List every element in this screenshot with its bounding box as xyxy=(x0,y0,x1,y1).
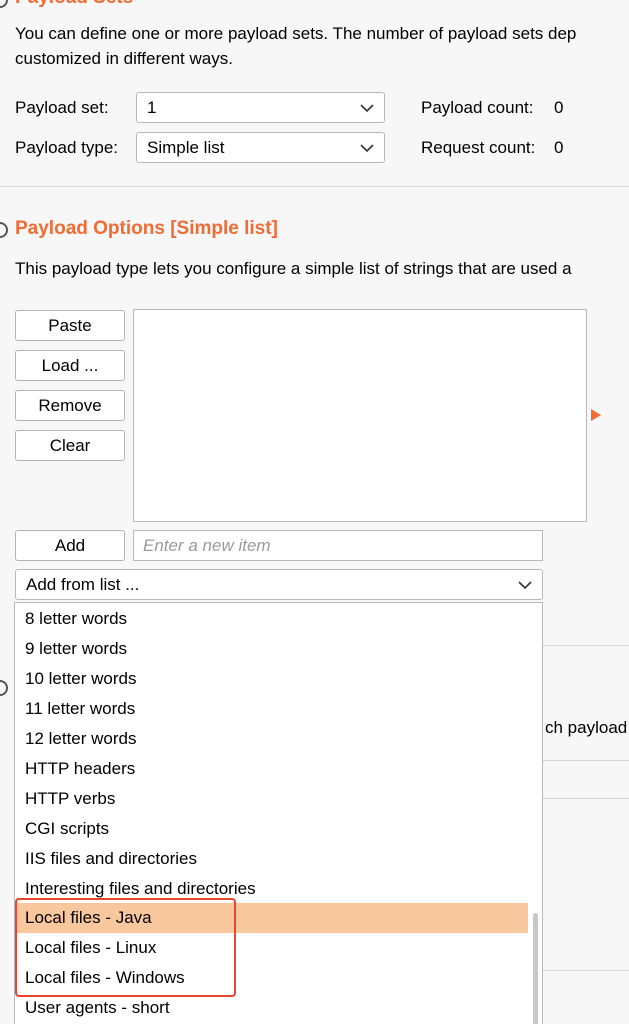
dropdown-item[interactable]: 9 letter words xyxy=(15,634,529,664)
background-text-peek: ch payload xyxy=(545,718,628,737)
dropdown-item[interactable]: 12 letter words xyxy=(15,724,529,754)
section-divider xyxy=(0,186,629,187)
dropdown-item[interactable]: 11 letter words xyxy=(15,694,529,724)
dropdown-item[interactable]: 8 letter words xyxy=(15,604,529,634)
section-radio-icon xyxy=(0,0,8,8)
payload-set-label: Payload set: xyxy=(15,98,109,117)
section-divider xyxy=(543,645,629,646)
dropdown-item[interactable]: HTTP headers xyxy=(15,754,529,784)
new-item-placeholder: Enter a new item xyxy=(143,535,271,555)
payload-sets-title: Payload Sets xyxy=(15,0,133,9)
section-divider xyxy=(543,760,629,761)
dropdown-scrollbar[interactable] xyxy=(528,603,542,1024)
add-button[interactable]: Add xyxy=(15,530,125,561)
dropdown-item[interactable]: CGI scripts xyxy=(15,814,529,844)
annotation-highlight xyxy=(15,898,236,997)
payload-sets-description-line1: You can define one or more payload sets.… xyxy=(15,24,577,43)
dropdown-item[interactable]: User agents - short xyxy=(15,993,529,1023)
chevron-down-icon xyxy=(360,143,374,152)
payload-count-label: Payload count: xyxy=(421,98,534,117)
payload-type-value: Simple list xyxy=(147,137,225,157)
dropdown-item[interactable]: 10 letter words xyxy=(15,664,529,694)
triangle-right-icon[interactable] xyxy=(591,409,601,421)
chevron-down-icon xyxy=(360,103,374,112)
chevron-down-icon xyxy=(518,580,532,589)
payload-options-description: This payload type lets you configure a s… xyxy=(15,259,572,278)
clear-button[interactable]: Clear xyxy=(15,430,125,461)
section-radio-icon xyxy=(0,222,8,238)
payload-count-value: 0 xyxy=(554,98,564,117)
dropdown-scrollbar-thumb[interactable] xyxy=(533,913,538,1024)
payload-sets-description-line2: customized in different ways. xyxy=(15,49,233,68)
paste-button[interactable]: Paste xyxy=(15,310,125,341)
payload-type-label: Payload type: xyxy=(15,138,119,157)
dropdown-item[interactable]: HTTP verbs xyxy=(15,784,529,814)
payload-list[interactable] xyxy=(133,309,587,522)
load-button[interactable]: Load ... xyxy=(15,350,125,381)
add-from-list-label: Add from list ... xyxy=(26,574,140,594)
section-radio-icon xyxy=(0,680,8,696)
payload-set-value: 1 xyxy=(147,97,157,117)
request-count-value: 0 xyxy=(554,138,564,157)
payload-set-select[interactable]: 1 xyxy=(136,92,385,123)
section-divider xyxy=(543,798,629,799)
new-item-input[interactable]: Enter a new item xyxy=(133,530,543,561)
remove-button[interactable]: Remove xyxy=(15,390,125,421)
payload-type-select[interactable]: Simple list xyxy=(136,132,385,163)
payload-options-title: Payload Options [Simple list] xyxy=(15,218,278,239)
dropdown-item[interactable]: IIS files and directories xyxy=(15,844,529,874)
section-divider xyxy=(543,970,629,971)
request-count-label: Request count: xyxy=(421,138,536,157)
add-from-list-select[interactable]: Add from list ... xyxy=(15,569,543,600)
